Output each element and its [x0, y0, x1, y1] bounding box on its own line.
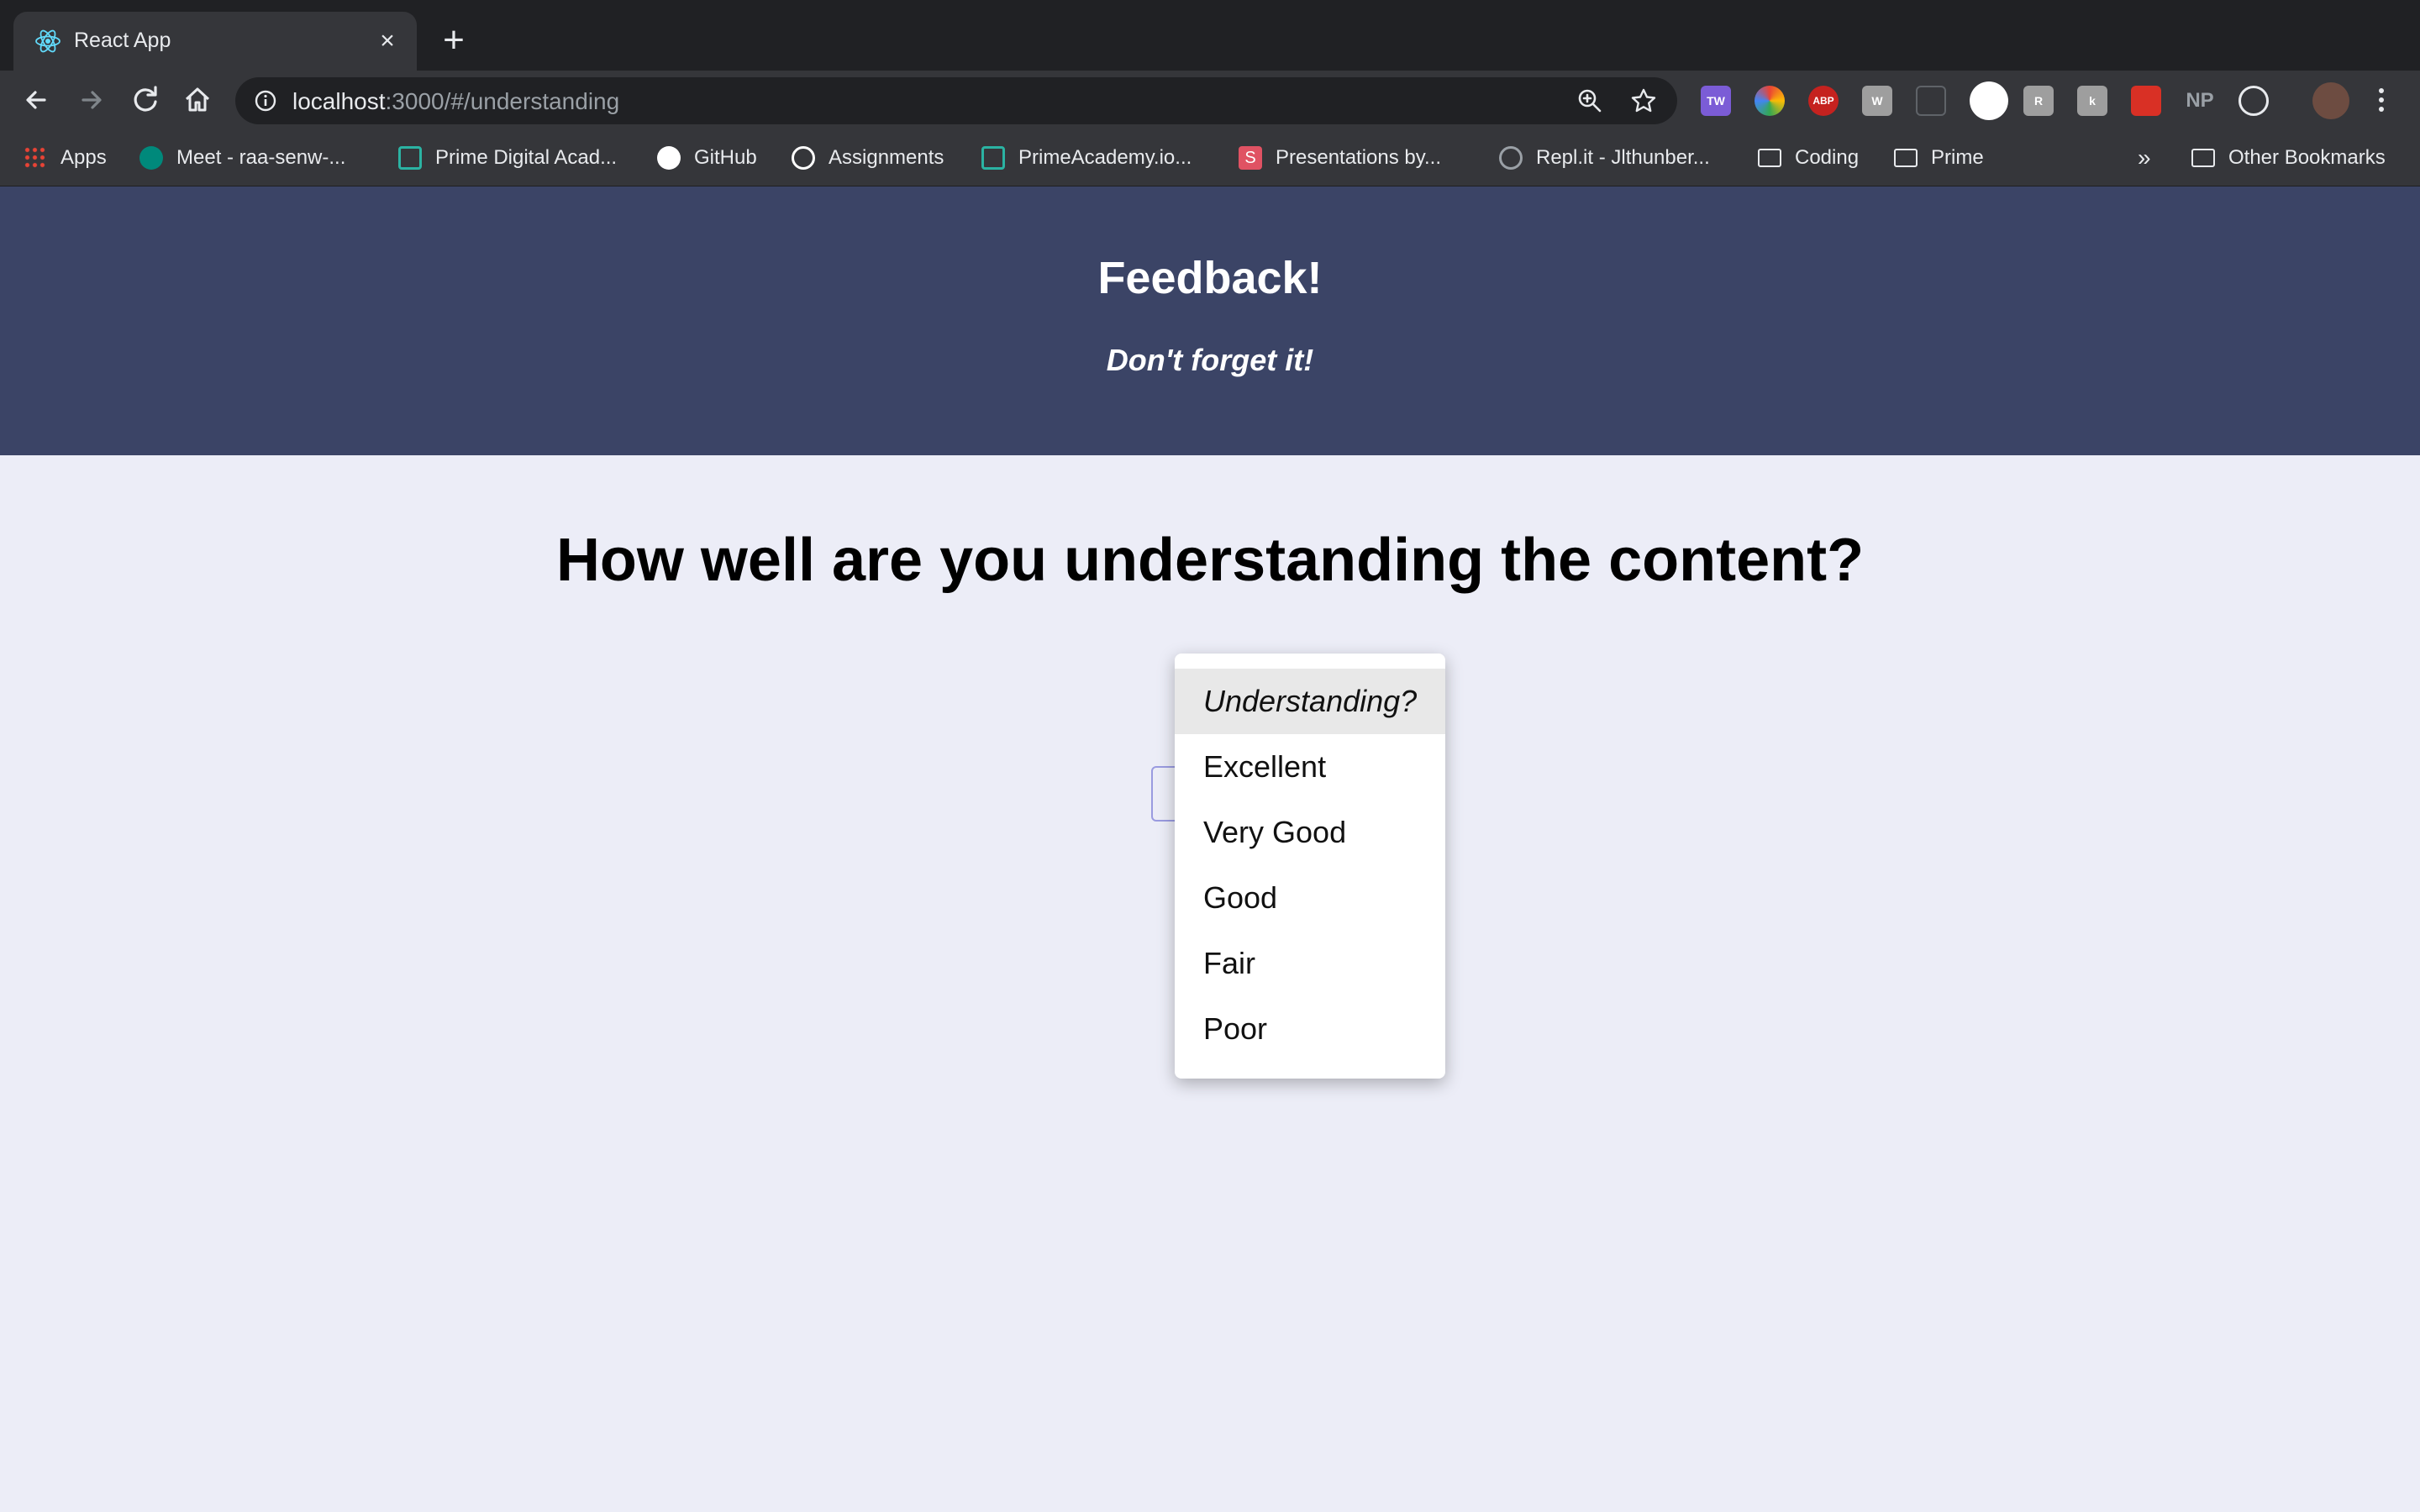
bookmark-label: Repl.it - Jlthunber... — [1536, 146, 1710, 169]
app-header: Feedback! Don't forget it! — [0, 186, 2420, 455]
globe-icon — [792, 146, 815, 170]
bookmark-primeacademy[interactable]: PrimeAcademy.io... — [981, 141, 1192, 175]
bookmark-star-icon[interactable] — [1630, 87, 1657, 114]
page-subtitle: Don't forget it! — [1106, 343, 1314, 377]
back-arrow-icon[interactable] — [18, 82, 54, 118]
dropdown-option-fair[interactable]: Fair — [1175, 931, 1445, 996]
folder-icon — [1758, 149, 1781, 167]
extension-color-wheel-icon[interactable] — [1754, 86, 1785, 116]
bookmark-label: PrimeAcademy.io... — [1018, 146, 1192, 169]
bookmark-label: Apps — [60, 146, 107, 169]
bookmarks-overflow-chevron-icon[interactable]: » — [2138, 141, 2151, 175]
bookmark-label: Meet - raa-senw-... — [176, 146, 346, 169]
understanding-dropdown-menu[interactable]: Understanding? Excellent Very Good Good … — [1175, 654, 1445, 1079]
dropdown-option-good[interactable]: Good — [1175, 865, 1445, 931]
replit-icon — [1499, 146, 1523, 170]
extension-tw-icon[interactable]: TW — [1701, 86, 1731, 116]
dropdown-option-poor[interactable]: Poor — [1175, 996, 1445, 1062]
url-text[interactable]: localhost:3000/#/understanding — [292, 88, 619, 115]
bookmark-folder-prime[interactable]: Prime — [1894, 141, 1984, 175]
apps-grid-icon — [24, 146, 47, 170]
bookmark-label: Presentations by... — [1276, 146, 1441, 169]
forward-arrow-icon[interactable] — [74, 82, 109, 118]
bookmark-label: Coding — [1795, 146, 1860, 169]
bookmark-apps[interactable]: Apps — [24, 141, 107, 175]
extension-avatar-icon[interactable] — [1970, 81, 2008, 120]
profile-avatar-icon[interactable] — [2312, 82, 2349, 119]
extension-grid-icon[interactable] — [1916, 86, 1946, 116]
bookmark-label: Prime — [1931, 146, 1984, 169]
folder-icon — [1894, 149, 1918, 167]
home-icon[interactable] — [180, 82, 215, 118]
extension-adblock-icon[interactable]: ABP — [1808, 86, 1839, 116]
bookmark-meet[interactable]: Meet - raa-senw-... — [139, 141, 345, 175]
bookmark-folder-coding[interactable]: Coding — [1758, 141, 1859, 175]
google-meet-icon — [139, 146, 163, 170]
bookmark-label: GitHub — [694, 146, 757, 169]
new-tab-icon[interactable]: + — [437, 22, 471, 59]
bookmark-prime-digital[interactable]: Prime Digital Acad... — [398, 141, 617, 175]
bookmarks-bar: Apps Meet - raa-senw-... Prime Digital A… — [0, 129, 2420, 186]
bookmark-presentations[interactable]: S Presentations by... — [1239, 141, 1441, 175]
dropdown-option-placeholder[interactable]: Understanding? — [1175, 669, 1445, 734]
bookmark-assignments[interactable]: Assignments — [792, 141, 944, 175]
close-tab-icon[interactable]: × — [373, 27, 402, 55]
reload-icon[interactable] — [128, 82, 163, 118]
extension-k-icon[interactable]: k — [2077, 86, 2107, 116]
zoom-icon[interactable] — [1576, 87, 1603, 114]
extension-target-icon[interactable] — [2238, 86, 2269, 116]
bookmark-folder-other[interactable]: Other Bookmarks — [2191, 141, 2386, 175]
extension-w-icon[interactable]: W — [1862, 86, 1892, 116]
browser-toolbar: localhost:3000/#/understanding TW ABP W … — [0, 71, 2420, 129]
extension-np-icon[interactable]: NP — [2185, 86, 2215, 116]
bookmark-replit[interactable]: Repl.it - Jlthunber... — [1499, 141, 1710, 175]
address-bar[interactable]: localhost:3000/#/understanding — [235, 77, 1677, 124]
extension-red-icon[interactable] — [2131, 86, 2161, 116]
browser-tab[interactable]: React App × — [13, 12, 417, 71]
slides-s-icon: S — [1239, 146, 1262, 170]
page-title: Feedback! — [1097, 253, 1323, 303]
menu-kebab-icon[interactable] — [2368, 82, 2395, 118]
bookmark-label: Prime Digital Acad... — [435, 146, 618, 169]
folder-icon — [2191, 149, 2215, 167]
bookmark-label: Other Bookmarks — [2228, 146, 2386, 169]
question-heading: How well are you understanding the conte… — [555, 527, 1865, 594]
tab-title: React App — [74, 29, 171, 52]
prime-logo-icon — [398, 146, 422, 170]
react-favicon-icon — [35, 29, 60, 53]
browser-tab-bar: React App × + — [0, 0, 2420, 71]
site-info-icon[interactable] — [254, 89, 277, 113]
github-icon — [657, 146, 681, 170]
extension-r-icon[interactable]: R — [2023, 86, 2054, 116]
bookmark-label: Assignments — [829, 146, 944, 169]
prime-logo-icon — [981, 146, 1005, 170]
dropdown-option-very-good[interactable]: Very Good — [1175, 800, 1445, 865]
bookmark-github[interactable]: GitHub — [657, 141, 757, 175]
dropdown-option-excellent[interactable]: Excellent — [1175, 734, 1445, 800]
